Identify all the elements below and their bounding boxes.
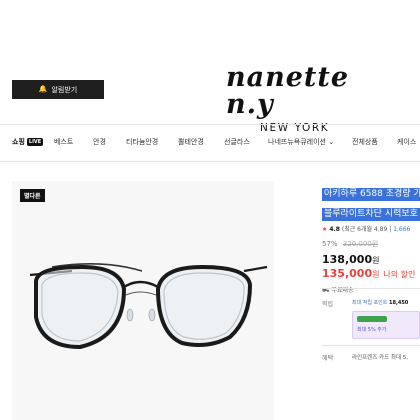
member-price: 135,000원 나의 할인 [322, 267, 420, 280]
star-icon: ★ [322, 226, 328, 233]
nav-item-shopping-live[interactable]: 쇼핑 LIVE [12, 137, 44, 147]
sale-price-currency: 원 [372, 256, 380, 265]
product-image[interactable]: 별다른 [12, 181, 274, 420]
rating-row: ★ 4.8 (최근 6개월 4.89 | 1,666 [322, 226, 411, 233]
nav-item-horn-rim[interactable]: 뿔테안경 [178, 137, 204, 147]
chevron-down-icon: ⌄ [328, 138, 335, 146]
member-price-note[interactable]: 나의 할인 [383, 270, 415, 279]
nav-item-label: 쇼핑 [12, 138, 25, 146]
nav-item-case[interactable]: 케이스 [397, 137, 416, 147]
shipping-info: ⛟ 무료배송 [322, 285, 420, 295]
sale-price-value: 138,000 [322, 253, 373, 266]
member-price-value: 135,000 [322, 267, 373, 280]
points-text-label: 최대 적립 포인트 [352, 300, 388, 306]
review-count-link[interactable]: 1,666 [393, 226, 410, 233]
points-text: 최대 적립 포인트 18,450 [352, 299, 408, 306]
points-label: 적립 [322, 301, 334, 308]
nav-item-curation[interactable]: 나네뜨뉴욕큐레이션 ⌄ [268, 137, 334, 147]
rating-score: 4.8 [329, 226, 340, 233]
points-sub: 최대 5% 추가 [357, 327, 387, 333]
nav-item-label: 나네뜨뉴욕큐레이션 [268, 138, 326, 146]
eyeglasses-image [29, 263, 268, 350]
product-title-line1: 아키하루 6588 초경량 가 [322, 188, 420, 201]
category-nav: 쇼핑 LIVE 베스트 안경 티타늄안경 뿔테안경 선글라스 나네뜨뉴욕큐레이션 … [0, 124, 420, 162]
divider [322, 345, 420, 346]
rating-detail: (최근 6개월 4.89 [341, 226, 388, 233]
benefit-label: 혜택 [322, 355, 334, 362]
benefit-text: 라인프렌즈 카드 최대 5, [352, 355, 409, 361]
product-info: 아키하루 6588 초경량 가 블루라이트차단 시력보호 ★ 4.8 (최근 6… [322, 181, 420, 295]
original-price: 320,000원 [342, 240, 379, 248]
nav-item-sunglasses[interactable]: 선글라스 [224, 137, 250, 147]
points-value: 18,450 [388, 300, 409, 306]
nav-item-titanium[interactable]: 티타늄안경 [126, 137, 158, 147]
product-title-line2: 블루라이트차단 시력보호 [322, 208, 420, 221]
notify-label: 알림받기 [51, 85, 78, 94]
bell-icon: 🔔 [38, 85, 48, 93]
member-price-currency: 원 [372, 270, 380, 279]
discount-row: 57% 320,000원 [322, 239, 420, 249]
nav-item-best[interactable]: 베스트 [54, 137, 73, 147]
image-brand-tag: 별다른 [20, 189, 45, 202]
nav-item-glasses[interactable]: 안경 [93, 137, 106, 147]
live-badge: LIVE [26, 138, 44, 146]
sale-price: 138,000원 [322, 253, 420, 266]
points-box[interactable]: 최대 5% 추가 [352, 311, 420, 339]
nav-item-all-products[interactable]: 전체상품 [352, 137, 378, 147]
logo-script: nanette n.y [226, 62, 350, 120]
notify-button[interactable]: 🔔 알림받기 [12, 80, 104, 99]
discount-percent: 57% [322, 240, 338, 248]
divider [322, 288, 420, 289]
points-badge [357, 316, 387, 322]
